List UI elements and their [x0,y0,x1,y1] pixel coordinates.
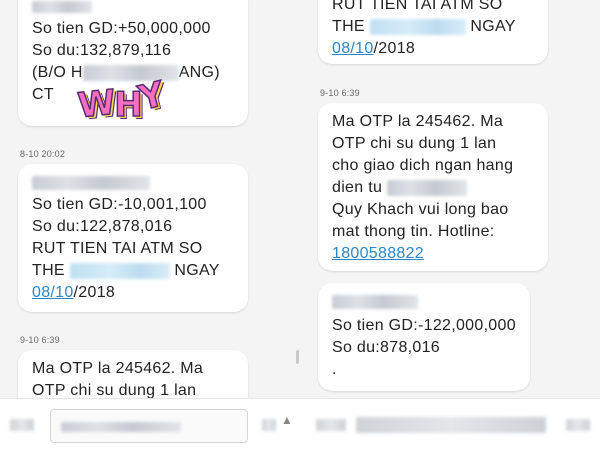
description-prefix: (B/O H [32,64,83,81]
redacted-button[interactable] [316,419,346,431]
redacted-sender [332,291,518,315]
date-year: /2018 [73,284,116,301]
message-input[interactable] [50,409,248,443]
atm-line: RUT TIEN TAI ATM SO [32,240,203,257]
sms-bubble-atm-withdrawal[interactable]: RUT TIEN TAI ATM SO THE NGAY 08/10/2018 [318,0,548,64]
scrollbar-thumb[interactable] [296,350,299,364]
redacted-sender [32,0,236,18]
card-prefix: THE [332,18,365,35]
message-timestamp: 9-10 6:39 [20,335,60,345]
redacted-icon[interactable] [262,419,276,431]
otp-line-2: OTP chi su dung 1 lan [332,135,497,152]
chevron-up-icon[interactable]: ▲ [280,413,294,427]
date-line: 08/10/2018 [32,282,236,304]
balance-change: So tien GD:+50,000,000 [32,20,211,37]
otp-line-5: Quy Khach vui long bao [332,201,509,218]
date-link[interactable]: 08/10 [332,40,374,57]
balance: So du:122,878,016 [32,218,173,235]
redacted-sender [32,172,236,194]
hotline-link[interactable]: 1800588822 [332,245,424,262]
balance-change: So tien GD:-10,001,100 [32,196,207,213]
card-prefix: THE [32,262,65,279]
trailing-dot: . [332,361,337,378]
card-line: THE NGAY [332,16,536,38]
otp-line-1: Ma OTP la 245462. Ma [32,360,204,377]
card-line: THE NGAY [32,260,236,282]
redacted-attach-button[interactable] [10,419,34,431]
balance: So du:132,879,116 [32,42,172,59]
otp-line-4-text: dien tu [332,179,383,196]
redacted-block [332,294,418,309]
redacted-bank-name [386,179,467,196]
sms-bubble-debit[interactable]: So tien GD:-122,000,000 So du:878,016 . [318,283,530,391]
hotline-line: 1800588822 [332,243,536,265]
date-link[interactable]: 08/10 [32,284,74,301]
otp-line-3: cho giao dich ngan hang [332,157,514,174]
date-line: 08/10/2018 [332,38,536,60]
right-conversation-pane: RUT TIEN TAI ATM SO THE NGAY 08/10/2018 … [300,0,600,450]
redacted-block [32,0,92,13]
atm-line: RUT TIEN TAI ATM SO [332,0,503,13]
redacted-block [32,175,150,190]
sticker-letter: W [75,82,118,127]
message-composer-bar: ▲ [0,398,600,450]
redacted-placeholder [61,422,181,432]
otp-line-4: dien tu [332,177,536,199]
otp-line-1: Ma OTP la 245462. Ma [332,113,504,130]
date-year: /2018 [373,40,416,57]
redacted-send-button[interactable] [566,419,590,431]
sms-screenshot-collage: So tien GD:+50,000,000 So du:132,879,116… [0,0,600,450]
card-suffix: NGAY [174,262,220,279]
redacted-card-number [69,262,170,279]
sms-bubble-otp[interactable]: Ma OTP la 245462. Ma OTP chi su dung 1 l… [318,103,548,271]
otp-line-6: mat thong tin. Hotline: [332,223,495,240]
balance: So du:878,016 [332,339,440,356]
card-suffix: NGAY [470,18,516,35]
left-conversation-pane: So tien GD:+50,000,000 So du:132,879,116… [0,0,300,450]
message-timestamp: 8-10 20:02 [20,149,66,159]
redacted-card-number [369,18,466,35]
message-timestamp: 9-10 6:39 [320,88,360,98]
balance-change: So tien GD:-122,000,000 [332,317,516,334]
sms-bubble-atm-withdrawal[interactable]: So tien GD:-10,001,100 So du:122,878,016… [18,164,248,312]
redacted-input[interactable] [356,417,546,433]
